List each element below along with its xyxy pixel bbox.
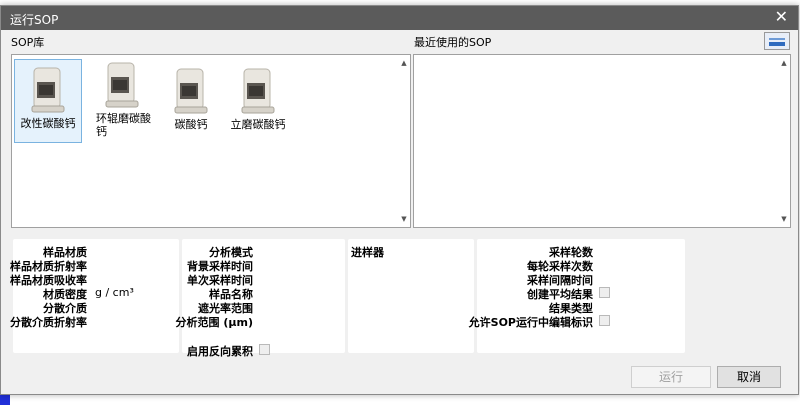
view-mode-button[interactable] [764, 32, 790, 50]
sample-info-panel: 样品材质 样品材质折射率 样品材质吸收率 材质密度 g / cm³ 分散介质 分… [10, 239, 179, 353]
recent-sop-list[interactable]: ▲ ▼ [413, 54, 791, 228]
scroll-down-icon[interactable]: ▼ [400, 215, 408, 223]
reverse-cumulative-checkbox[interactable] [259, 344, 270, 355]
sop-item-label: 改性碳酸钙 [20, 117, 76, 130]
close-icon[interactable]: ✕ [775, 9, 788, 25]
run-button[interactable]: 运行 [631, 366, 711, 388]
title-bar: 运行SOP ✕ [1, 6, 798, 30]
instrument-icon [241, 68, 275, 114]
dialog-title: 运行SOP [10, 13, 59, 27]
create-average-checkbox[interactable] [599, 287, 610, 298]
density-unit: g / cm³ [95, 286, 134, 299]
sop-item-modified-calcium-carbonate[interactable]: 改性碳酸钙 [14, 59, 82, 143]
sop-item-calcium-carbonate[interactable]: 碳酸钙 [157, 59, 225, 143]
sop-item-ring-roller-calcium-carbonate[interactable]: 环辊磨碳酸钙 [88, 59, 156, 143]
instrument-icon [105, 62, 139, 108]
allow-edit-id-label: 允许SOP运行中编辑标识 [468, 316, 593, 329]
analysis-range-label: 分析范围 (μm) [175, 316, 253, 329]
sampler-label: 进样器 [351, 246, 384, 259]
sop-library-list[interactable]: 改性碳酸钙 环辊磨碳酸钙 碳酸钙 立磨碳酸钙 ▲ ▼ [11, 54, 411, 228]
instrument-icon [174, 68, 208, 114]
recent-sop-label: 最近使用的SOP [414, 36, 492, 49]
sampler-info-panel: 进样器 [348, 239, 474, 353]
sop-library-scrollbar[interactable]: ▲ ▼ [398, 55, 410, 227]
scroll-up-icon[interactable]: ▲ [780, 59, 788, 67]
measurement-info-panel: 采样轮数 每轮采样次数 采样间隔时间 创建平均结果 结果类型 允许SOP运行中编… [469, 239, 685, 353]
scroll-down-icon[interactable]: ▼ [780, 215, 788, 223]
cancel-button[interactable]: 取消 [717, 366, 781, 388]
list-view-icon [769, 38, 785, 40]
sop-item-label: 立磨碳酸钙 [230, 118, 286, 131]
reverse-cumulative-label: 启用反向累积 [187, 345, 253, 358]
sop-item-vertical-mill-calcium-carbonate[interactable]: 立磨碳酸钙 [224, 59, 292, 143]
sop-item-label: 环辊磨碳酸钙 [96, 112, 151, 138]
sop-item-label: 碳酸钙 [174, 118, 208, 131]
sop-library-label: SOP库 [11, 36, 45, 49]
scroll-up-icon[interactable]: ▲ [400, 59, 408, 67]
recent-sop-scrollbar[interactable]: ▲ ▼ [778, 55, 790, 227]
allow-edit-id-checkbox[interactable] [599, 315, 610, 326]
analysis-info-panel: 分析模式 背景采样时间 单次采样时间 样品名称 遮光率范围 分析范围 (μm) … [176, 239, 345, 358]
dispersant-refractive-index-label: 分散介质折射率 [10, 316, 87, 329]
instrument-icon [31, 67, 65, 113]
run-sop-dialog: 运行SOP ✕ SOP库 改性碳酸钙 环辊磨碳酸钙 碳酸钙 立磨碳酸钙 ▲ ▼ … [0, 5, 799, 395]
